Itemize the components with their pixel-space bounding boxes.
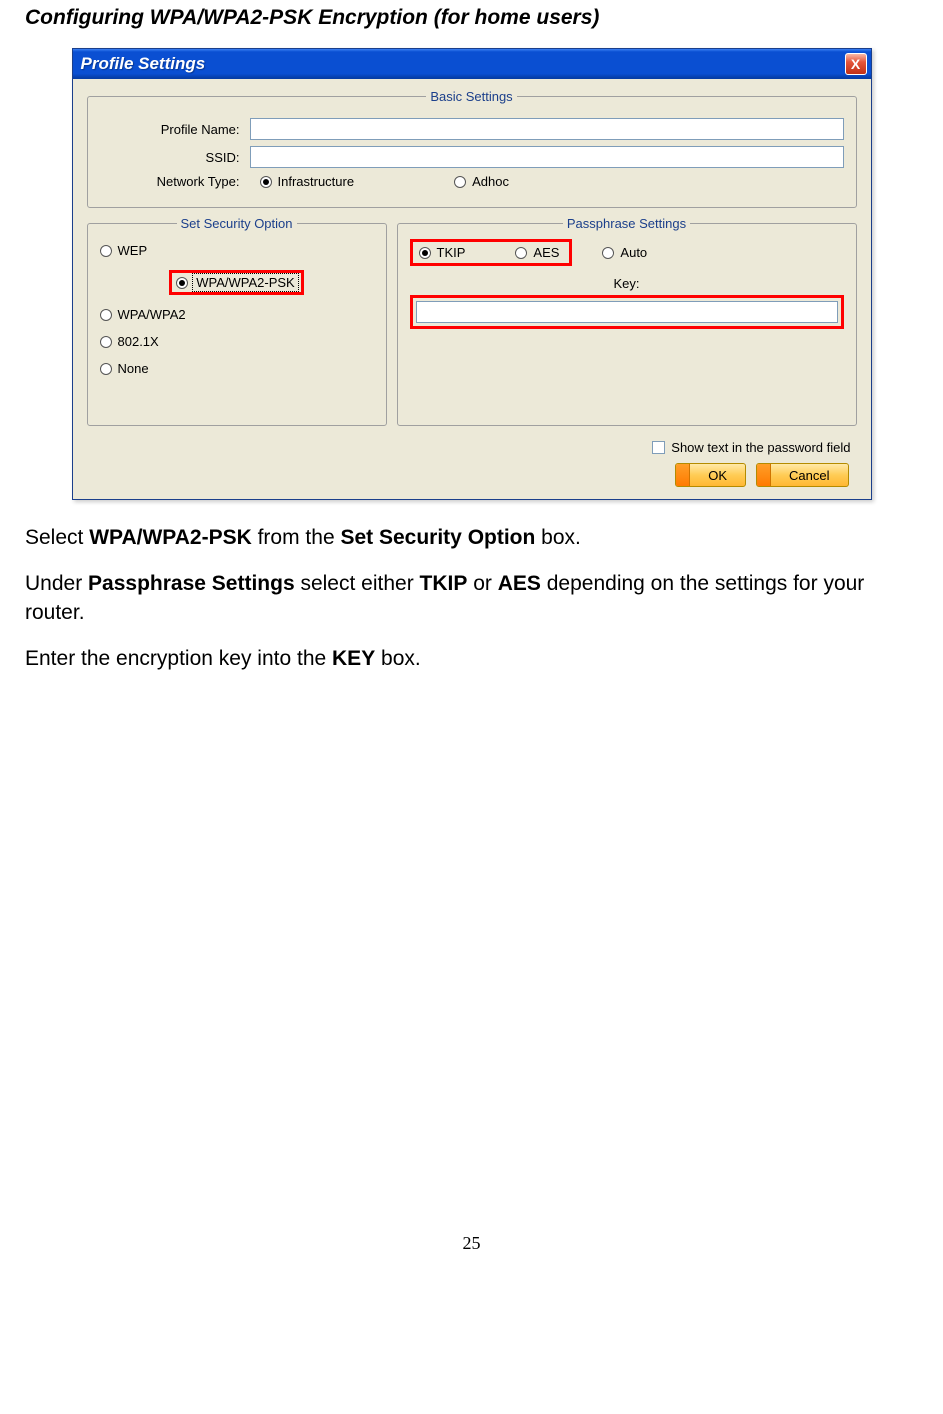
cancel-button[interactable]: Cancel [756, 463, 848, 487]
button-label: OK [690, 468, 745, 483]
radio-label: None [118, 361, 149, 376]
radio-icon [100, 336, 112, 348]
passphrase-auto[interactable]: Auto [602, 245, 647, 260]
text: from the [252, 526, 341, 549]
key-label: Key: [410, 276, 844, 291]
security-wpa-psk[interactable]: WPA/WPA2-PSK [176, 275, 296, 290]
radio-label: Infrastructure [278, 174, 355, 189]
text: select either [295, 572, 420, 595]
text-bold: WPA/WPA2-PSK [89, 526, 252, 549]
security-wpa[interactable]: WPA/WPA2 [100, 307, 374, 322]
text: Enter the encryption key into the [25, 647, 332, 670]
radio-icon [100, 363, 112, 375]
text: box. [535, 526, 581, 549]
text: or [467, 572, 497, 595]
radio-icon [100, 309, 112, 321]
radio-icon [260, 176, 272, 188]
text: Under [25, 572, 88, 595]
text-bold: Passphrase Settings [88, 572, 295, 595]
network-type-label: Network Type: [100, 174, 250, 189]
text-bold: Set Security Option [340, 526, 535, 549]
radio-icon [515, 247, 527, 259]
radio-icon [419, 247, 431, 259]
instruction-line: Under Passphrase Settings select either … [25, 570, 918, 627]
profile-settings-dialog: Profile Settings X Basic Settings Profil… [72, 48, 872, 500]
security-option-legend: Set Security Option [177, 216, 297, 231]
security-8021x[interactable]: 802.1X [100, 334, 374, 349]
radio-label: WPA/WPA2 [118, 307, 186, 322]
ok-button[interactable]: OK [675, 463, 746, 487]
radio-label: Adhoc [472, 174, 509, 189]
close-icon[interactable]: X [845, 53, 867, 75]
security-wep[interactable]: WEP [100, 243, 374, 258]
security-none[interactable]: None [100, 361, 374, 376]
radio-label: TKIP [437, 245, 466, 260]
network-type-infrastructure[interactable]: Infrastructure [260, 174, 355, 189]
radio-icon [454, 176, 466, 188]
radio-label: WEP [118, 243, 148, 258]
radio-icon [602, 247, 614, 259]
profile-name-label: Profile Name: [100, 122, 250, 137]
instructions-block: Select WPA/WPA2-PSK from the Set Securit… [25, 524, 918, 673]
radio-label: WPA/WPA2-PSK [194, 275, 296, 290]
ssid-label: SSID: [100, 150, 250, 165]
titlebar: Profile Settings X [73, 49, 871, 79]
button-accent-icon [676, 464, 690, 486]
radio-label: AES [533, 245, 559, 260]
radio-icon [176, 277, 188, 289]
passphrase-aes[interactable]: AES [515, 245, 559, 260]
profile-name-input[interactable] [250, 118, 844, 140]
radio-label: 802.1X [118, 334, 159, 349]
security-option-group: Set Security Option WEP WPA/WPA2 [87, 216, 387, 426]
show-password-checkbox[interactable] [652, 441, 665, 454]
radio-label: Auto [620, 245, 647, 260]
instruction-line: Select WPA/WPA2-PSK from the Set Securit… [25, 524, 918, 552]
text: box. [375, 647, 421, 670]
ssid-input[interactable] [250, 146, 844, 168]
text-bold: AES [498, 572, 541, 595]
passphrase-tkip[interactable]: TKIP [419, 245, 466, 260]
page-number: 25 [25, 1233, 918, 1274]
button-accent-icon [757, 464, 771, 486]
key-input[interactable] [416, 301, 838, 323]
text-bold: KEY [332, 647, 375, 670]
passphrase-settings-group: Passphrase Settings TKIP AES [397, 216, 857, 426]
page-heading: Configuring WPA/WPA2-PSK Encryption (for… [25, 6, 918, 30]
show-password-label: Show text in the password field [671, 440, 850, 455]
passphrase-settings-legend: Passphrase Settings [563, 216, 690, 231]
instruction-line: Enter the encryption key into the KEY bo… [25, 645, 918, 673]
basic-settings-legend: Basic Settings [426, 89, 516, 104]
radio-icon [100, 245, 112, 257]
text: Select [25, 526, 89, 549]
text-bold: TKIP [420, 572, 468, 595]
window-title: Profile Settings [81, 54, 206, 74]
network-type-adhoc[interactable]: Adhoc [454, 174, 509, 189]
button-label: Cancel [771, 468, 847, 483]
basic-settings-group: Basic Settings Profile Name: SSID: Netwo… [87, 89, 857, 208]
